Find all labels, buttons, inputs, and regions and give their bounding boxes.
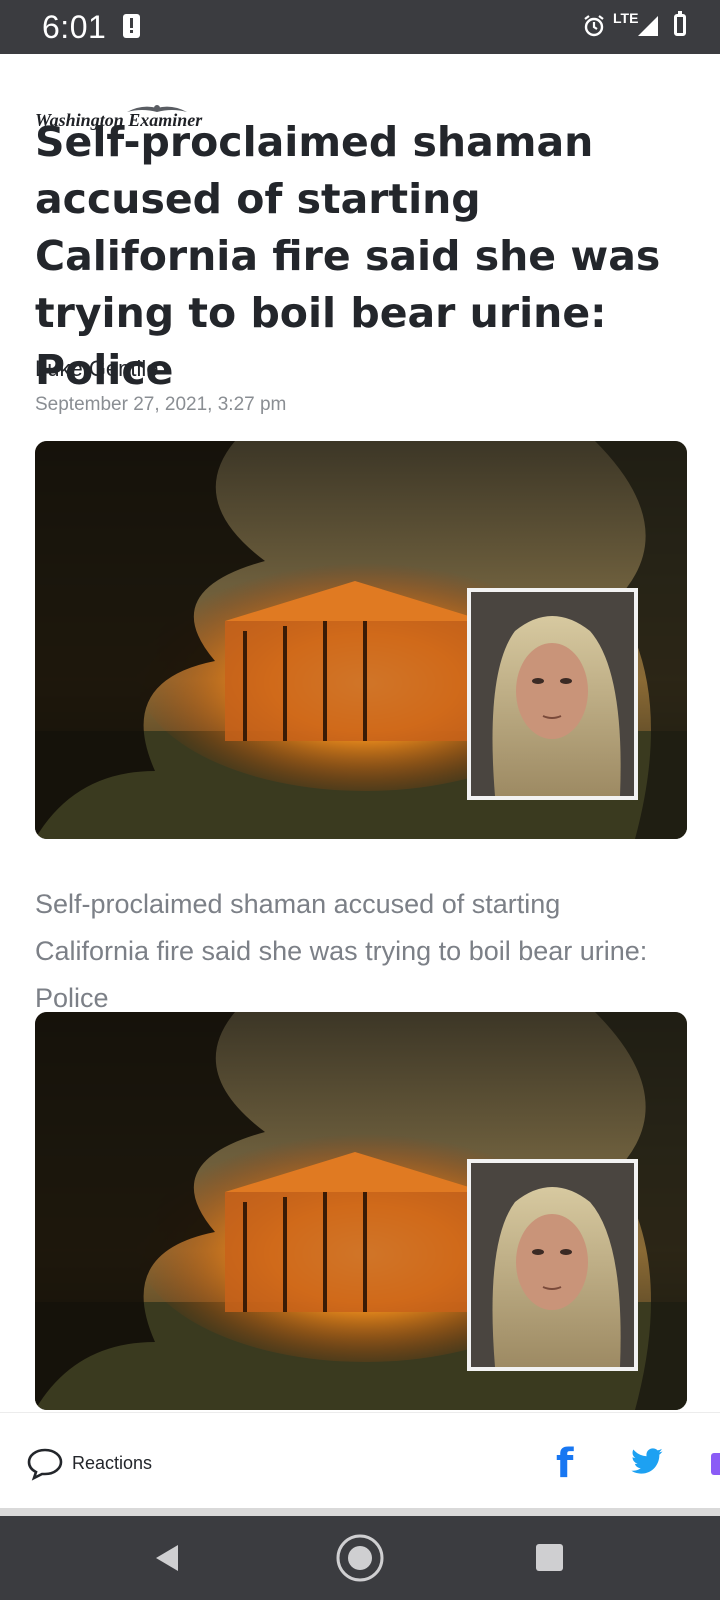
author-name[interactable]: Luke Gentile [35, 356, 159, 382]
publication-logo[interactable]: Washington Examiner [35, 78, 225, 130]
image-caption: Self-proclaimed shaman accused of starti… [35, 889, 648, 1013]
status-time: 6:01 [42, 9, 107, 45]
recents-icon[interactable] [536, 1544, 563, 1571]
battery-icon [674, 11, 686, 36]
share-more-icon[interactable] [711, 1453, 720, 1475]
twitter-icon[interactable] [630, 1447, 664, 1477]
alert-icon [123, 14, 140, 38]
article-image-2[interactable] [35, 1012, 687, 1410]
article-action-bar: Reactions f [0, 1412, 720, 1513]
fire-photo [35, 441, 687, 839]
reactions-button[interactable]: Reactions [72, 1453, 152, 1474]
home-icon[interactable] [335, 1533, 385, 1583]
system-navigation-bar [0, 1516, 720, 1600]
publish-date: September 27, 2021, 3:27 pm [35, 394, 287, 415]
comment-icon[interactable] [26, 1447, 64, 1481]
network-type-label: LTE [613, 10, 639, 26]
back-icon[interactable] [152, 1542, 182, 1574]
divider [0, 1508, 720, 1516]
article-image[interactable] [35, 441, 687, 839]
facebook-icon[interactable]: f [556, 1441, 573, 1487]
status-bar: 6:01 LTE [0, 0, 720, 54]
fire-photo-2 [35, 1012, 687, 1410]
alarm-icon [584, 15, 604, 37]
signal-icon [638, 16, 658, 36]
